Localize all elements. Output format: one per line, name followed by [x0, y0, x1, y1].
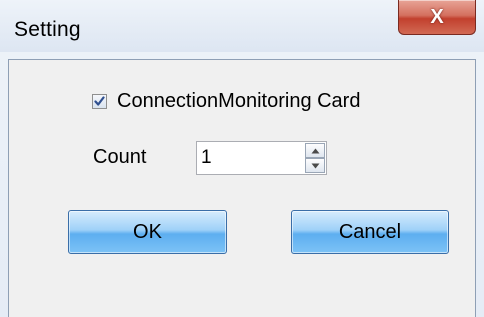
arrow-up-icon [311, 148, 319, 153]
window-title: Setting [14, 18, 81, 41]
count-input[interactable] [201, 146, 301, 170]
decrement-button[interactable] [305, 158, 325, 173]
monitoring-card-option[interactable]: ConnectionMonitoring Card [92, 90, 360, 113]
increment-button[interactable] [305, 143, 325, 158]
arrow-down-icon [311, 163, 319, 168]
monitoring-card-label: ConnectionMonitoring Card [117, 90, 361, 112]
dialog-body: ConnectionMonitoring Card Count OK Cance… [8, 59, 476, 317]
count-stepper [196, 141, 327, 175]
count-label: Count [93, 146, 147, 168]
checkmark-icon [94, 96, 105, 106]
close-button[interactable]: X [398, 0, 476, 35]
settings-dialog: Setting X ConnectionMonitoring Card Coun… [0, 0, 484, 317]
cancel-button[interactable]: Cancel [291, 210, 449, 254]
ok-button[interactable]: OK [68, 210, 227, 254]
close-icon: X [430, 5, 444, 28]
title-bar[interactable]: Setting X [0, 0, 484, 52]
monitoring-card-checkbox[interactable] [92, 94, 107, 109]
